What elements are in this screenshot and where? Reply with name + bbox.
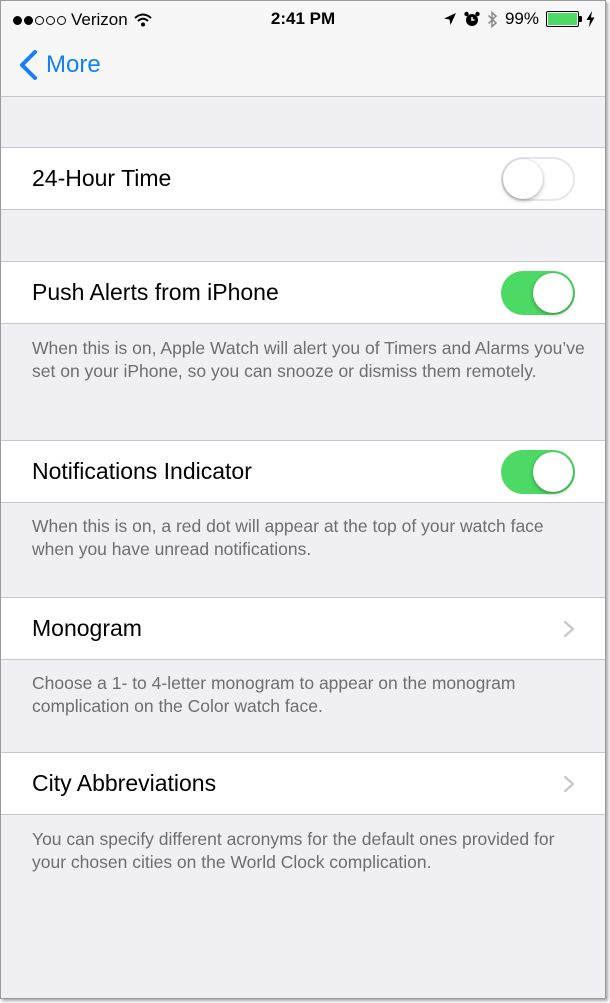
setting-row-city-abbreviations[interactable]: City Abbreviations [1, 752, 605, 815]
setting-row-monogram[interactable]: Monogram [1, 597, 605, 660]
push-alerts-footer: When this is on, Apple Watch will alert … [32, 338, 585, 381]
alarm-clock-icon [464, 11, 480, 26]
setting-label: Monogram [32, 615, 142, 641]
back-button[interactable]: More [19, 47, 101, 83]
app-window: Verizon 2:41 PM 99% More 24-Hour Time Pu… [0, 0, 606, 999]
battery-percentage: 99% [504, 9, 539, 28]
notifications-indicator-footer: When this is on, a red dot will appear a… [32, 516, 544, 559]
setting-row-notifications-indicator: Notifications Indicator [1, 440, 605, 503]
location-arrow-icon [443, 13, 456, 25]
chevron-right-icon [563, 620, 575, 637]
chevron-right-icon [563, 775, 575, 792]
status-bar: Verizon 2:41 PM 99% [1, 1, 605, 37]
battery-icon [546, 11, 582, 27]
chevron-left-icon [20, 50, 37, 80]
battery-level-fill [548, 13, 577, 25]
status-right: 99% [443, 9, 595, 29]
setting-row-push-alerts: Push Alerts from iPhone [1, 261, 605, 324]
24-hour-time-toggle[interactable] [501, 156, 575, 201]
setting-label: City Abbreviations [32, 770, 217, 796]
setting-label: 24-Hour Time [32, 165, 172, 191]
setting-row-24-hour-time: 24-Hour Time [1, 147, 605, 210]
navigation-bar: More [1, 37, 605, 97]
bluetooth-icon [487, 10, 498, 28]
toggle-knob [533, 272, 573, 313]
monogram-footer: Choose a 1- to 4-letter monogram to appe… [32, 673, 516, 716]
notifications-indicator-toggle[interactable] [501, 449, 575, 494]
setting-label: Push Alerts from iPhone [32, 279, 279, 305]
charging-bolt-icon [586, 11, 595, 27]
back-button-label: More [46, 51, 101, 78]
city-abbreviations-footer: You can specify different acronyms for t… [32, 829, 555, 872]
toggle-knob [503, 158, 543, 199]
push-alerts-toggle[interactable] [501, 270, 575, 315]
battery-tip [579, 16, 582, 22]
setting-label: Notifications Indicator [32, 458, 252, 484]
toggle-knob [533, 451, 573, 492]
